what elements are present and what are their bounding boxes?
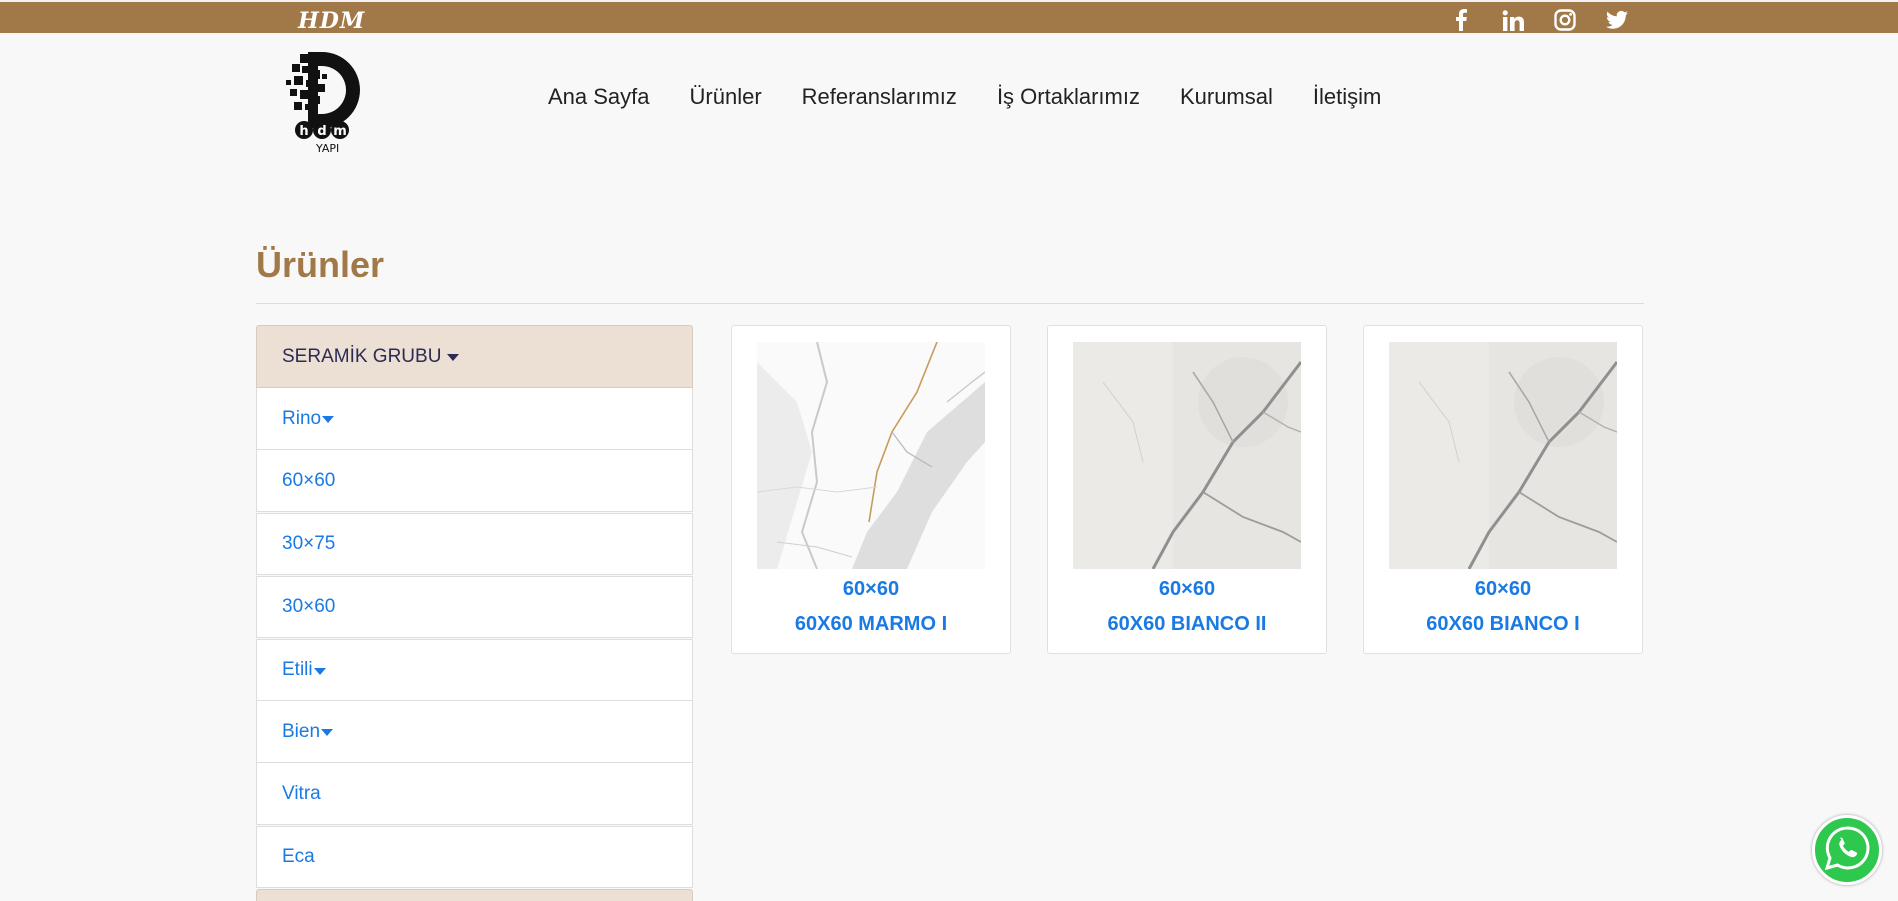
product-size[interactable]: 60×60 <box>1048 578 1326 601</box>
nav-references[interactable]: Referanslarımız <box>802 84 957 110</box>
svg-text:d: d <box>317 124 326 139</box>
product-size[interactable]: 60×60 <box>732 578 1010 601</box>
sidebar-item-label: 30×75 <box>282 533 336 554</box>
nav-products[interactable]: Ürünler <box>690 84 762 110</box>
sidebar-item-label: Rino <box>282 407 322 429</box>
sidebar-item-30x60[interactable]: 30×60 <box>256 576 693 638</box>
caret-down-icon <box>321 729 334 736</box>
sidebar-item-label: Vitra <box>282 782 321 804</box>
top-bar: HDM <box>0 0 1898 34</box>
product-image[interactable] <box>1073 342 1301 569</box>
caret-down-icon <box>447 354 460 361</box>
caret-down-icon <box>322 416 335 423</box>
page-title: Ürünler <box>256 244 385 285</box>
instagram-icon[interactable] <box>1554 9 1576 31</box>
product-name[interactable]: 60X60 BIANCO II <box>1048 613 1326 636</box>
sidebar-item-vitra[interactable]: Vitra <box>256 763 693 825</box>
nav-home[interactable]: Ana Sayfa <box>548 84 650 110</box>
sidebar-item-30x75[interactable]: 30×75 <box>256 513 693 575</box>
facebook-icon[interactable] <box>1450 9 1472 31</box>
twitter-icon[interactable] <box>1606 9 1628 31</box>
category-group-label: SERAMİK GRUBU <box>282 345 442 367</box>
sidebar-item-bien[interactable]: Bien <box>256 701 693 763</box>
sidebar-item-rino[interactable]: Rino <box>256 388 693 450</box>
sidebar-item-label: Bien <box>282 720 321 742</box>
product-card[interactable]: 60×60 60X60 MARMO I <box>731 325 1011 654</box>
top-bar-brand: HDM <box>298 8 366 34</box>
sidebar-item-label: Etili <box>282 659 313 680</box>
sidebar-item-60x60[interactable]: 60×60 <box>256 450 693 512</box>
site-logo[interactable]: h d m YAPI <box>272 44 372 156</box>
product-size[interactable]: 60×60 <box>1364 578 1642 601</box>
linkedin-icon[interactable] <box>1502 9 1524 31</box>
nav-partners[interactable]: İş Ortaklarımız <box>997 84 1140 110</box>
sidebar-item-etili[interactable]: Etili <box>256 639 693 701</box>
category-group-next[interactable] <box>256 889 693 901</box>
logo-caption: YAPI <box>316 142 340 155</box>
category-sidebar: SERAMİK GRUBU Rino 60×60 30×75 30×60 Eti… <box>256 325 693 901</box>
main-nav: Ana Sayfa Ürünler Referanslarımız İş Ort… <box>548 84 1421 110</box>
sidebar-item-label: 60×60 <box>282 469 336 491</box>
social-links <box>1450 9 1658 31</box>
svg-text:h: h <box>299 124 308 139</box>
nav-contact[interactable]: İletişim <box>1313 84 1381 110</box>
nav-corporate[interactable]: Kurumsal <box>1180 84 1273 110</box>
product-image[interactable] <box>757 342 985 569</box>
product-image[interactable] <box>1389 342 1617 569</box>
product-name[interactable]: 60X60 BIANCO I <box>1364 613 1642 636</box>
sidebar-item-label: Eca <box>282 846 315 867</box>
title-divider <box>256 303 1644 304</box>
whatsapp-button[interactable] <box>1812 815 1882 885</box>
svg-text:m: m <box>333 124 347 139</box>
product-card[interactable]: 60×60 60X60 BIANCO II <box>1047 325 1327 654</box>
product-name[interactable]: 60X60 MARMO I <box>732 613 1010 636</box>
product-card[interactable]: 60×60 60X60 BIANCO I <box>1363 325 1643 654</box>
category-group-ceramic[interactable]: SERAMİK GRUBU <box>256 325 693 388</box>
caret-down-icon <box>313 667 326 675</box>
whatsapp-icon <box>1824 825 1870 876</box>
sidebar-item-eca[interactable]: Eca <box>256 826 693 888</box>
sidebar-item-label: 30×60 <box>282 596 336 617</box>
